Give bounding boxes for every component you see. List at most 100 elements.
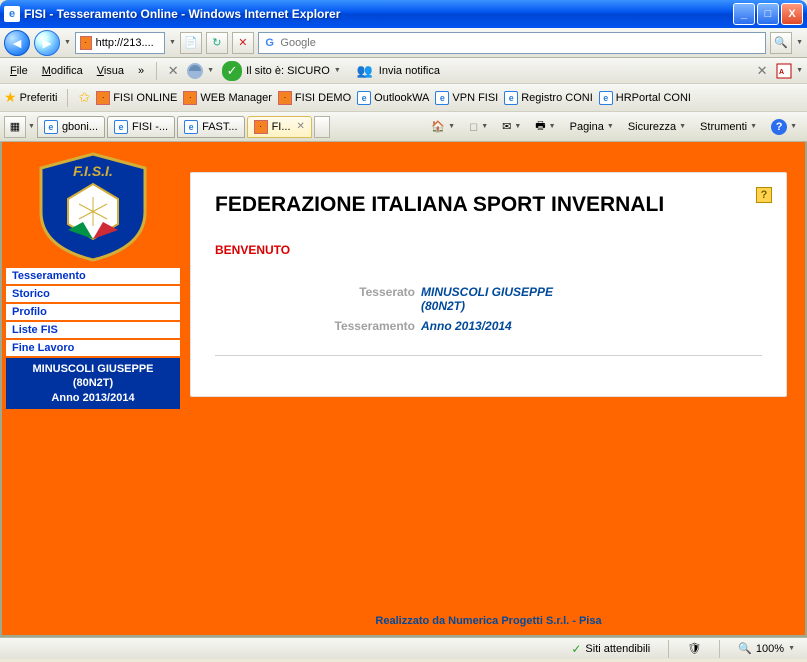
notify-label: Invia notifica bbox=[379, 65, 440, 77]
tools-menu[interactable]: Strumenti▼ bbox=[694, 119, 763, 135]
forward-button[interactable]: ► bbox=[34, 30, 60, 56]
pdf-icon[interactable]: A bbox=[774, 61, 794, 81]
fav-web-manager[interactable]: ·WEB Manager bbox=[183, 91, 272, 105]
welcome-label: BENVENUTO bbox=[215, 243, 762, 257]
site-icon: · bbox=[183, 91, 197, 105]
site-safe-indicator[interactable]: ✓ Il sito è: SICURO ▼ bbox=[216, 59, 347, 83]
menu-visua[interactable]: Visua bbox=[91, 63, 130, 79]
tab-fisi[interactable]: eFISI -... bbox=[107, 116, 175, 138]
close-button[interactable]: X bbox=[781, 3, 803, 25]
main-area: ? FEDERAZIONE ITALIANA SPORT INVERNALI B… bbox=[184, 142, 805, 635]
sidebar-storico[interactable]: Storico bbox=[6, 284, 180, 302]
tab-fi-active[interactable]: ·FI...✕ bbox=[247, 116, 312, 138]
nav-history-dropdown[interactable]: ▼ bbox=[64, 39, 71, 46]
star-icon: ★ bbox=[4, 89, 17, 106]
menu-more[interactable]: » bbox=[132, 63, 150, 79]
info-row-tesserato: Tesserato MINUSCOLI GIUSEPPE (80N2T) bbox=[295, 285, 762, 313]
tab-gboni[interactable]: egboni... bbox=[37, 116, 105, 138]
tesseramento-value: Anno 2013/2014 bbox=[421, 319, 512, 333]
google-icon: G bbox=[263, 36, 277, 50]
site-icon: · bbox=[80, 36, 92, 50]
zoom-control[interactable]: 🔍 100% ▼ bbox=[732, 642, 801, 655]
ie-icon: e bbox=[504, 91, 518, 105]
protected-mode-indicator[interactable]: 🛡 bbox=[681, 642, 707, 655]
zoom-icon: 🔍 bbox=[738, 642, 752, 655]
address-bar[interactable]: · bbox=[75, 32, 165, 54]
tesserato-value: MINUSCOLI GIUSEPPE (80N2T) bbox=[421, 285, 553, 313]
stop-button[interactable]: ✕ bbox=[232, 32, 254, 54]
close-toolbar-icon[interactable]: ✕ bbox=[752, 61, 772, 81]
user-name: MINUSCOLI GIUSEPPE bbox=[8, 362, 178, 376]
search-button[interactable]: 🔍 bbox=[770, 32, 792, 54]
page-content: F.I.S.I. Tesseramento Storico Profilo Li… bbox=[0, 142, 807, 637]
tabs-bar: ▦ ▼ egboni... eFISI -... eFAST... ·FI...… bbox=[0, 112, 807, 142]
svg-text:F.I.S.I.: F.I.S.I. bbox=[73, 163, 113, 179]
sidebar-profilo[interactable]: Profilo bbox=[6, 302, 180, 320]
zoom-dropdown[interactable]: ▼ bbox=[788, 645, 795, 652]
sidebar-liste-fis[interactable]: Liste FIS bbox=[6, 320, 180, 338]
maximize-button[interactable]: □ bbox=[757, 3, 779, 25]
ie-app-icon: e bbox=[4, 6, 20, 22]
pdf-dropdown[interactable]: ▼ bbox=[796, 67, 803, 74]
page-heading: FEDERAZIONE ITALIANA SPORT INVERNALI bbox=[215, 193, 762, 217]
nav-toolbar: ◄ ► ▼ · ▼ 📄 ↻ ✕ G 🔍 ▼ bbox=[0, 28, 807, 58]
search-input[interactable] bbox=[280, 37, 761, 49]
compat-button[interactable]: 📄 bbox=[180, 32, 202, 54]
fisi-logo: F.I.S.I. bbox=[33, 152, 153, 262]
site-icon: · bbox=[96, 91, 110, 105]
help-menu[interactable]: ?▼ bbox=[765, 117, 803, 137]
fav-fisi-online[interactable]: ·FISI ONLINE bbox=[96, 91, 177, 105]
site-icon: · bbox=[254, 120, 268, 134]
security-menu[interactable]: Sicurezza▼ bbox=[622, 119, 692, 135]
address-input[interactable] bbox=[96, 37, 160, 49]
user-anno: Anno 2013/2014 bbox=[8, 391, 178, 405]
fav-hrportal[interactable]: eHRPortal CONI bbox=[599, 91, 691, 105]
minimize-button[interactable]: _ bbox=[733, 3, 755, 25]
feeds-button[interactable]: ◻▼ bbox=[463, 118, 494, 135]
new-tab-button[interactable] bbox=[314, 116, 330, 138]
separator bbox=[719, 640, 720, 658]
favorites-bar: ★ Preferiti ✩ ·FISI ONLINE ·WEB Manager … bbox=[0, 84, 807, 112]
command-bar: 🏠▼ ◻▼ ✉▼ 🖶▼ Pagina▼ Sicurezza▼ Strumenti… bbox=[425, 115, 803, 138]
close-tab-icon[interactable]: ✕ bbox=[297, 121, 305, 132]
address-dropdown[interactable]: ▼ bbox=[169, 39, 176, 46]
wot-dropdown[interactable]: ▼ bbox=[207, 67, 214, 74]
site-safe-label: Il sito è: SICURO bbox=[246, 65, 330, 77]
favorites-label: Preferiti bbox=[20, 92, 58, 104]
home-icon: 🏠 bbox=[431, 120, 445, 133]
status-bar: ✓ Siti attendibili 🛡 🔍 100% ▼ bbox=[0, 637, 807, 659]
sidebar-tesseramento[interactable]: Tesseramento bbox=[6, 268, 180, 284]
fav-outlook[interactable]: eOutlookWA bbox=[357, 91, 429, 105]
delete-icon[interactable]: ✕ bbox=[163, 61, 183, 81]
add-favorite-button[interactable]: ✩ bbox=[78, 89, 90, 106]
quick-tabs-button[interactable]: ▦ bbox=[4, 116, 26, 138]
refresh-button[interactable]: ↻ bbox=[206, 32, 228, 54]
favorites-button[interactable]: ★ Preferiti bbox=[4, 89, 57, 106]
tabs-dropdown[interactable]: ▼ bbox=[28, 123, 35, 130]
trusted-sites-indicator[interactable]: ✓ Siti attendibili bbox=[565, 642, 656, 656]
ie-icon: e bbox=[435, 91, 449, 105]
sidebar-fine-lavoro[interactable]: Fine Lavoro bbox=[6, 338, 180, 356]
notify-button[interactable]: 👥 Invia notifica bbox=[349, 59, 446, 83]
search-dropdown[interactable]: ▼ bbox=[796, 39, 803, 46]
home-button[interactable]: 🏠▼ bbox=[425, 118, 461, 135]
tab-fast[interactable]: eFAST... bbox=[177, 116, 244, 138]
separator bbox=[156, 62, 157, 80]
page-menu[interactable]: Pagina▼ bbox=[564, 119, 620, 135]
menu-file[interactable]: File bbox=[4, 63, 34, 79]
tesseramento-label: Tesseramento bbox=[295, 319, 415, 333]
print-button[interactable]: 🖶▼ bbox=[529, 115, 561, 138]
menu-modifica[interactable]: Modifica bbox=[36, 63, 89, 79]
help-button[interactable]: ? bbox=[756, 187, 772, 203]
help-icon: ? bbox=[771, 119, 787, 135]
ie-icon: e bbox=[599, 91, 613, 105]
back-button[interactable]: ◄ bbox=[4, 30, 30, 56]
wot-icon[interactable] bbox=[185, 61, 205, 81]
mail-button[interactable]: ✉▼ bbox=[496, 118, 527, 135]
rss-icon: ◻ bbox=[469, 120, 478, 133]
fav-registro[interactable]: eRegistro CONI bbox=[504, 91, 593, 105]
fav-fisi-demo[interactable]: ·FISI DEMO bbox=[278, 91, 351, 105]
search-box[interactable]: G bbox=[258, 32, 766, 54]
fav-vpn[interactable]: eVPN FISI bbox=[435, 91, 498, 105]
people-icon: 👥 bbox=[355, 61, 375, 81]
